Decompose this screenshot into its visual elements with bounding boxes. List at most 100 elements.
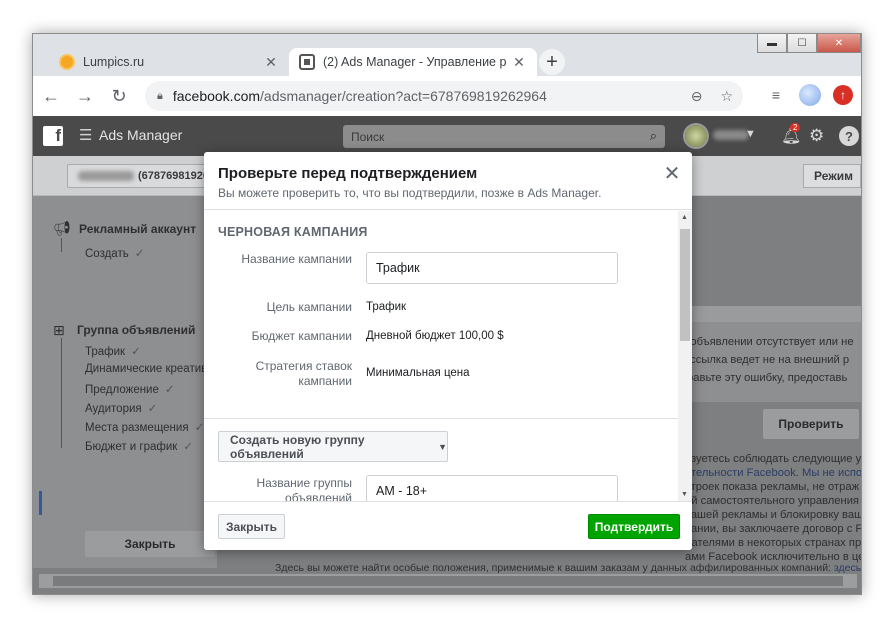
nav-item-traffic[interactable]: Трафик ✓ [85,344,141,358]
user-name-blurred[interactable] [713,130,749,140]
toolbar-extensions: ≡ ↑ [765,84,853,106]
dialog-scrollbar[interactable]: ▲ ▼ [678,211,692,501]
nav-item-create[interactable]: Создать ✓ [85,246,144,260]
tab-ads-manager[interactable]: (2) Ads Manager - Управление р ✕ [289,48,537,76]
horizontal-scrollbar[interactable] [39,574,857,588]
close-button[interactable]: Закрыть [218,514,285,539]
check-icon: ✓ [183,441,193,453]
scroll-up-icon[interactable]: ▲ [681,214,688,221]
facebook-logo-icon[interactable]: f [43,126,63,146]
dialog-subtitle: Вы можете проверить то, что вы подтверди… [218,186,602,200]
terms-text-line[interactable]: ательности Facebook. Мы не испол [685,467,861,479]
terms-text-line: строек показа рекламы, не отраж [685,481,860,493]
error-text-line: правьте эту ошибку, предоставь [681,372,848,384]
campaign-name-label: Название кампании [241,252,352,266]
terms-link[interactable]: здесь [834,562,861,574]
objective-label: Цель кампании [266,300,352,314]
bid-strategy-value: Минимальная цена [366,367,470,379]
check-icon: ✓ [131,346,141,358]
nav-item-placements[interactable]: Места размещения ✓ [85,420,204,434]
section-title: ЧЕРНОВАЯ КАМПАНИЯ [218,225,368,239]
forward-button[interactable]: → [69,80,101,112]
nav-item-label: Предложение [85,384,159,396]
close-icon[interactable]: ✕ [662,161,682,186]
confirm-button[interactable]: Подтвердить [588,514,680,539]
scroll-down-icon[interactable]: ▼ [681,491,688,498]
adset-grid-icon: ⊞ [53,322,65,338]
nav-item-budget-schedule[interactable]: Бюджет и график ✓ [85,439,193,453]
url-host: facebook.com [172,88,261,104]
gear-icon[interactable]: ⚙ [809,126,824,146]
account-section-title: Рекламный аккаунт [79,222,197,236]
create-adset-dropdown[interactable]: Создать новую группу объявлений ▼ [218,431,448,462]
hamburger-menu-icon[interactable]: ☰ [79,126,92,144]
search-icon[interactable]: ⌕ [650,128,657,144]
check-icon: ✓ [164,384,175,396]
help-icon[interactable]: ? [839,126,859,146]
chevron-down-icon[interactable]: ▼ [745,128,756,140]
nav-item-label: Аудитория [85,403,142,415]
reload-button[interactable]: ↻ [103,80,135,112]
browser-toolbar: ← → ↻ 🔒︎ facebook.com/adsmanager/creatio… [33,76,861,116]
ads-manager-favicon-icon [299,54,315,70]
check-button[interactable]: Проверить [763,409,859,439]
browser-window: ▬ ☐ ✕ Lumpics.ru ✕ (2) Ads Manager - Упр… [32,33,862,595]
tab-close-icon[interactable]: ✕ [511,54,527,71]
dialog-header: Проверьте перед подтверждением Вы можете… [204,152,692,210]
nav-item-label: Динамические креатив [85,363,208,375]
budget-value: Дневной бюджет 100,00 $ [366,330,504,342]
nav-item-audience[interactable]: Аудитория ✓ [85,401,157,415]
lock-icon: 🔒︎ [157,89,163,102]
check-icon: ✓ [147,403,158,415]
nav-item-label: Места размещения [85,422,189,434]
tree-line [61,338,62,448]
app-title[interactable]: Ads Manager [99,127,182,143]
terms-text-line: язуетесь соблюдать следующие ус [685,453,861,465]
review-dialog: Проверьте перед подтверждением Вы можете… [204,152,692,550]
tab-strip: Lumpics.ru ✕ (2) Ads Manager - Управлени… [33,46,861,76]
dialog-footer: Закрыть Подтвердить [204,501,692,550]
update-icon[interactable]: ↑ [833,85,853,105]
account-selector[interactable]: (67876981926 [67,164,217,188]
address-bar[interactable]: 🔒︎ facebook.com/adsmanager/creation?act=… [145,81,743,111]
zoom-icon[interactable]: ⊖ [691,88,703,105]
check-icon: ✓ [194,422,205,434]
nav-item-dynamic-creative[interactable]: Динамические креатив [85,363,207,375]
check-icon: ✓ [134,248,145,260]
new-tab-button[interactable]: + [539,49,565,75]
profile-avatar[interactable] [799,84,821,106]
media-queue-icon[interactable]: ≡ [765,84,787,106]
scrollbar-thumb[interactable] [680,229,690,341]
tab-close-icon[interactable]: ✕ [263,54,279,71]
create-adset-label: Создать новую группу объявлений [230,432,365,461]
nav-item-label: Бюджет и график [85,441,178,453]
scrollbar-thumb[interactable] [53,576,843,586]
terms-text-line: пании, вы заключаете договор с F [685,523,861,535]
terms-last-line: Здесь вы можете найти особые положения, … [275,562,861,574]
nav-item-offer[interactable]: Предложение ✓ [85,382,175,396]
nav-item-label: Создать [85,248,129,260]
megaphone-icon: 📢︎ [53,220,71,236]
account-name-blurred [78,171,134,181]
search-input[interactable]: Поиск ⌕ [343,125,665,148]
adset-name-label: Название группы объявлений [256,476,353,501]
account-id: (67876981926 [138,170,209,182]
left-navigation-panel: 📢︎ Рекламный аккаунт Создать ✓ ⊞ Группа о… [33,196,217,568]
tab-lumpics[interactable]: Lumpics.ru ✕ [49,48,289,76]
dialog-title: Проверьте перед подтверждением [218,165,478,182]
objective-value: Трафик [366,301,407,313]
budget-label: Бюджет кампании [251,329,352,343]
omnibox-actions: ⊖ ☆ [691,81,733,111]
back-button[interactable]: ← [35,80,67,112]
user-avatar[interactable] [683,123,709,149]
search-placeholder: Поиск [351,129,385,144]
terms-text-line: вашей рекламы и блокировку ваше [685,509,861,521]
terms-last-text: Здесь вы можете найти особые положения, … [275,562,831,574]
adset-name-input[interactable]: AM - 18+ [366,475,618,501]
campaign-name-input[interactable]: Трафик [366,252,618,284]
panel-close-button[interactable]: Закрыть [85,531,215,557]
mode-button[interactable]: Режим [803,164,861,188]
bookmark-star-icon[interactable]: ☆ [720,88,733,105]
caret-down-icon: ▼ [438,441,447,452]
dialog-body: ЧЕРНОВАЯ КАМПАНИЯ Название кампании Траф… [204,211,678,501]
